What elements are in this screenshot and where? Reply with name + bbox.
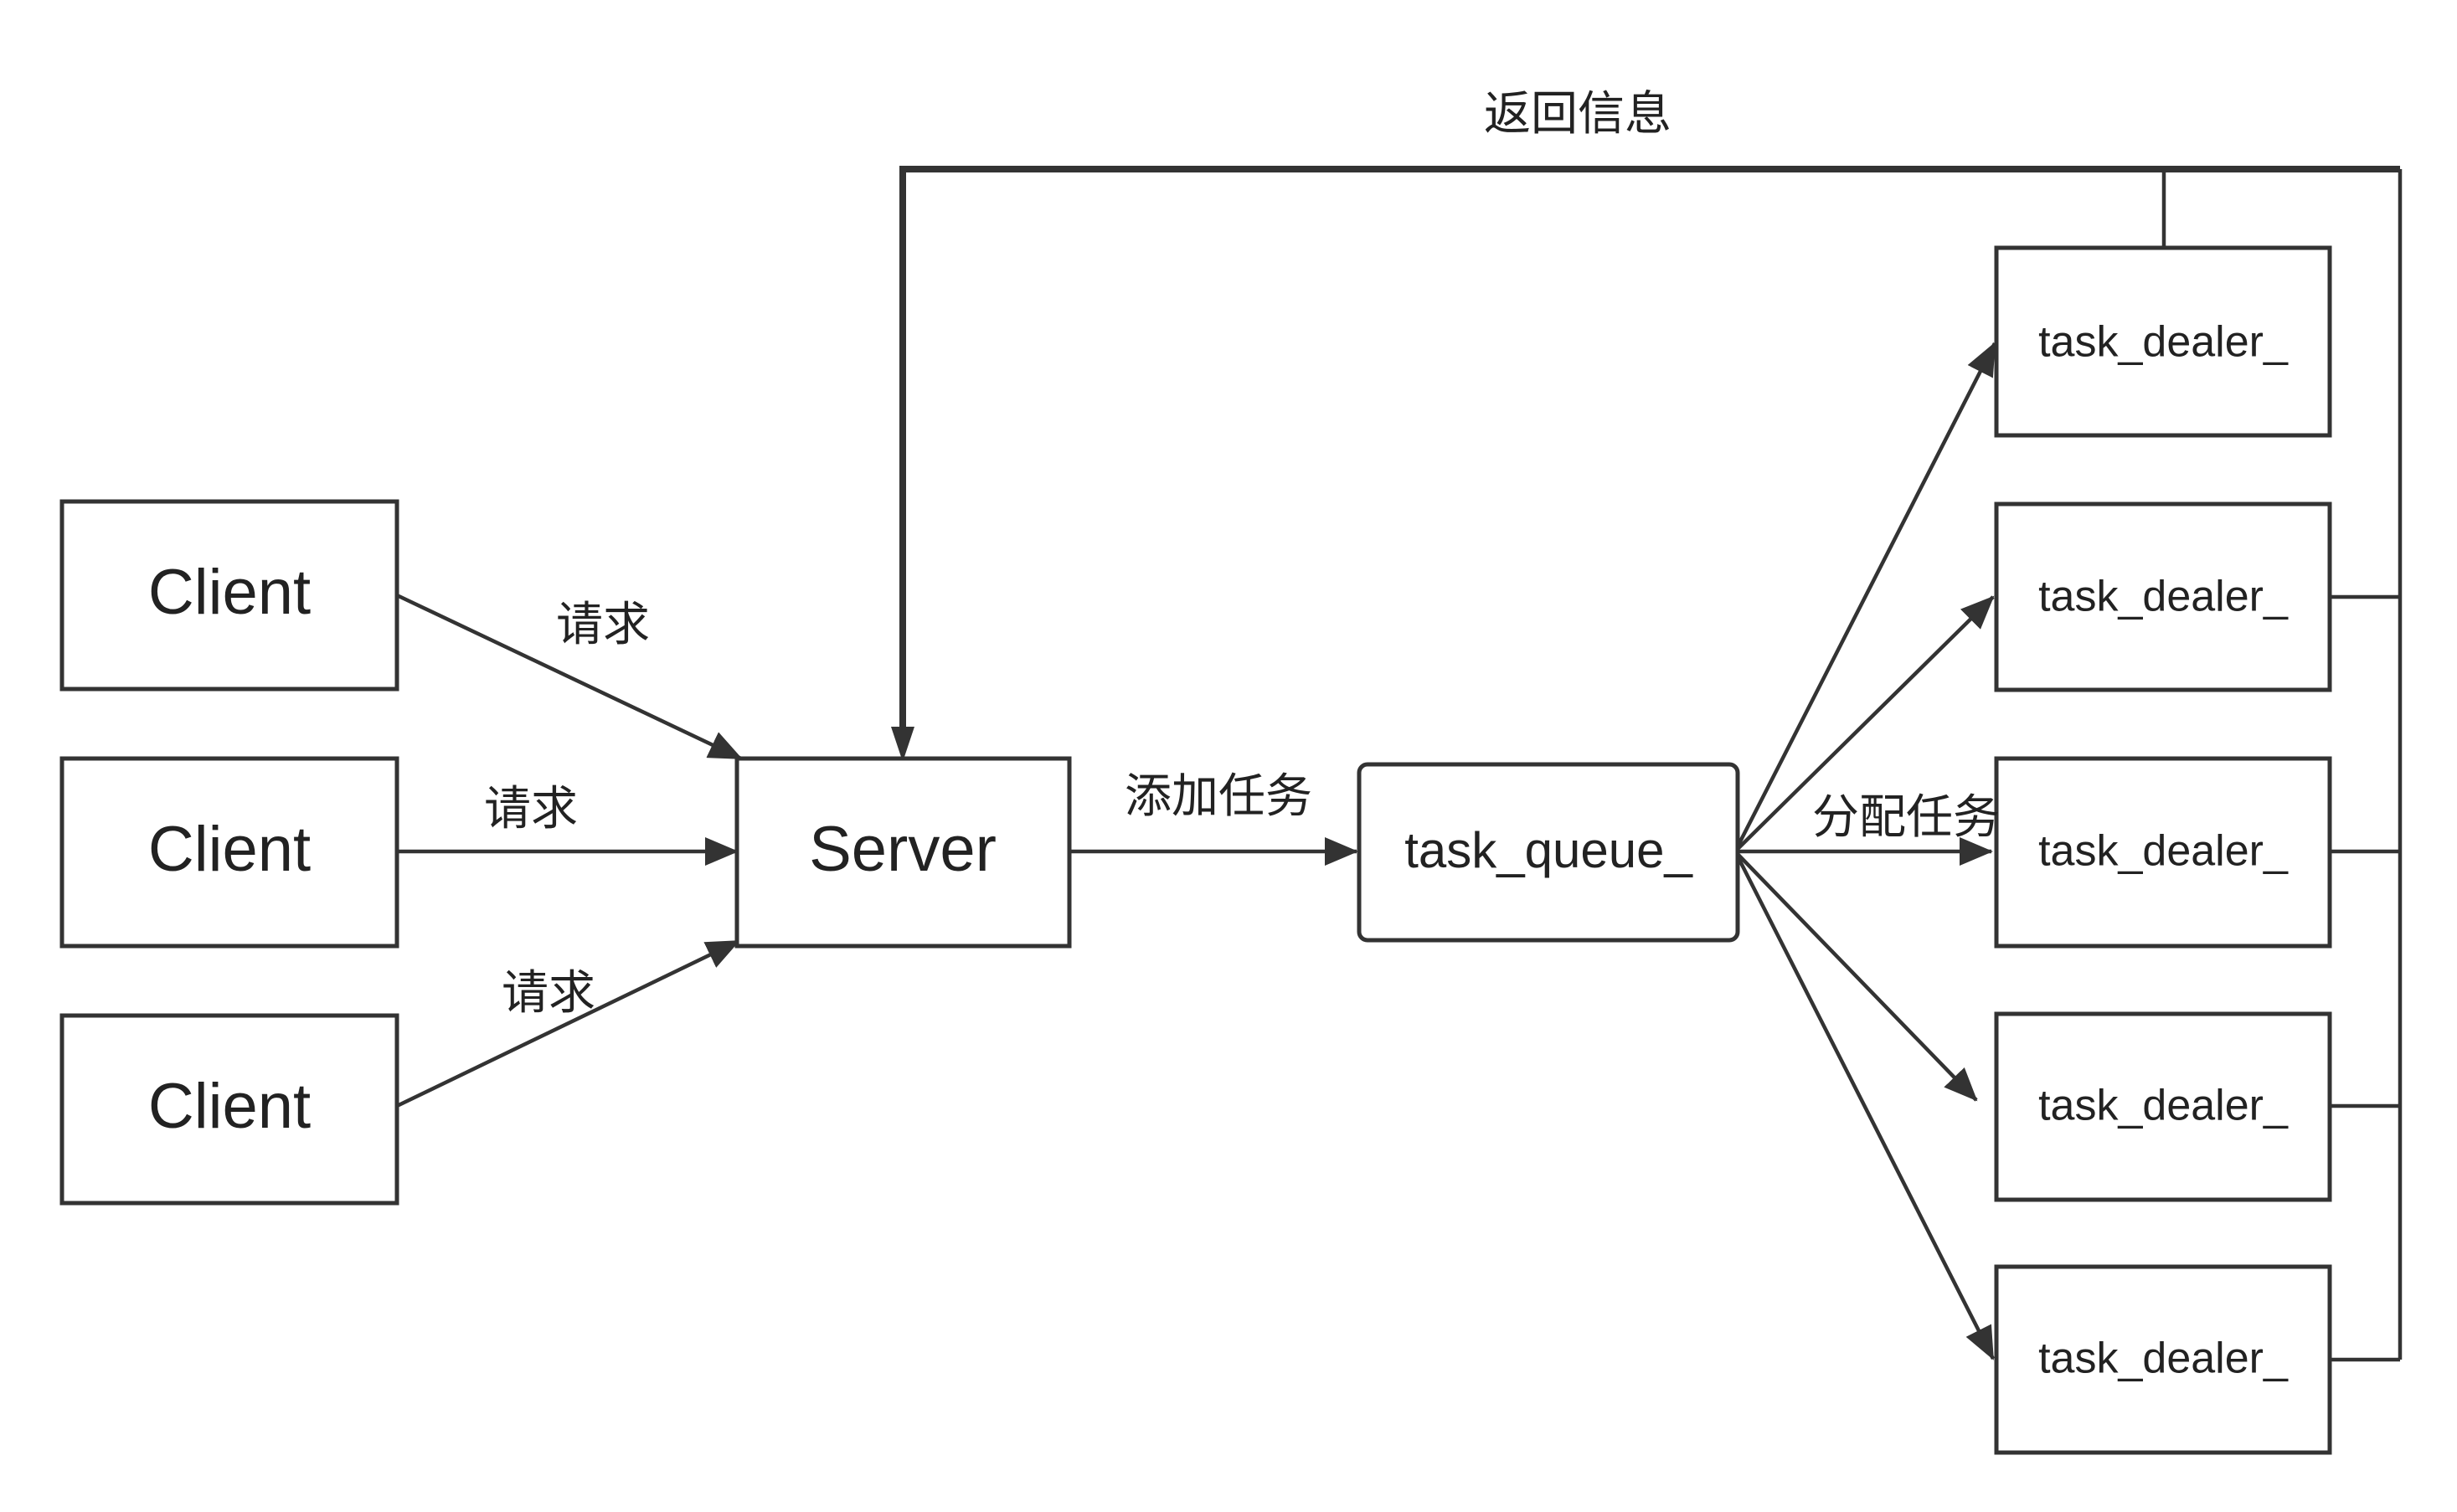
task-dealer-label: task_dealer_ xyxy=(2038,1335,2289,1383)
task-dealer-label: task_dealer_ xyxy=(2038,1082,2289,1130)
assign-edges xyxy=(1733,342,1997,1360)
assign-edge-1 xyxy=(1733,342,1997,853)
task-dealer-node-4: task_dealer_ xyxy=(1994,1011,2332,1202)
server-label: Server xyxy=(809,814,997,885)
task-dealer-label: task_dealer_ xyxy=(2038,318,2289,367)
request-label-3: 请求 xyxy=(502,966,595,1021)
request-edges xyxy=(396,593,743,1108)
return-info-label: 返回信息 xyxy=(1484,87,1671,141)
assign-edge-5 xyxy=(1733,850,1996,1360)
task-dealer-label: task_dealer_ xyxy=(2038,827,2289,876)
server-node: Server xyxy=(734,756,1072,949)
client-label: Client xyxy=(148,814,311,885)
request-label-2: 请求 xyxy=(484,782,578,836)
client-node-2: Client xyxy=(59,756,399,949)
task-queue-node: task_queue_ xyxy=(1357,762,1740,943)
request-label-1: 请求 xyxy=(556,598,650,652)
task-dealer-node-1: task_dealer_ xyxy=(1994,245,2332,438)
add-task-label: 添加任务 xyxy=(1125,769,1312,824)
client-node-3: Client xyxy=(59,1013,399,1206)
task-flow-diagram: Client Client Client Server task_queue_ … xyxy=(59,87,2403,1455)
task-dealer-label: task_dealer_ xyxy=(2038,573,2289,621)
client-label: Client xyxy=(148,557,311,628)
assign-task-label: 分配任务 xyxy=(1812,790,2000,845)
task-dealer-node-5: task_dealer_ xyxy=(1994,1264,2332,1455)
assign-edge-4 xyxy=(1733,850,1978,1102)
client-node-1: Client xyxy=(59,499,399,692)
task-dealer-node-2: task_dealer_ xyxy=(1994,501,2332,692)
client-label: Client xyxy=(148,1071,311,1142)
task-queue-label: task_queue_ xyxy=(1404,822,1693,878)
task-dealer-node-3: task_dealer_ xyxy=(1994,756,2332,949)
